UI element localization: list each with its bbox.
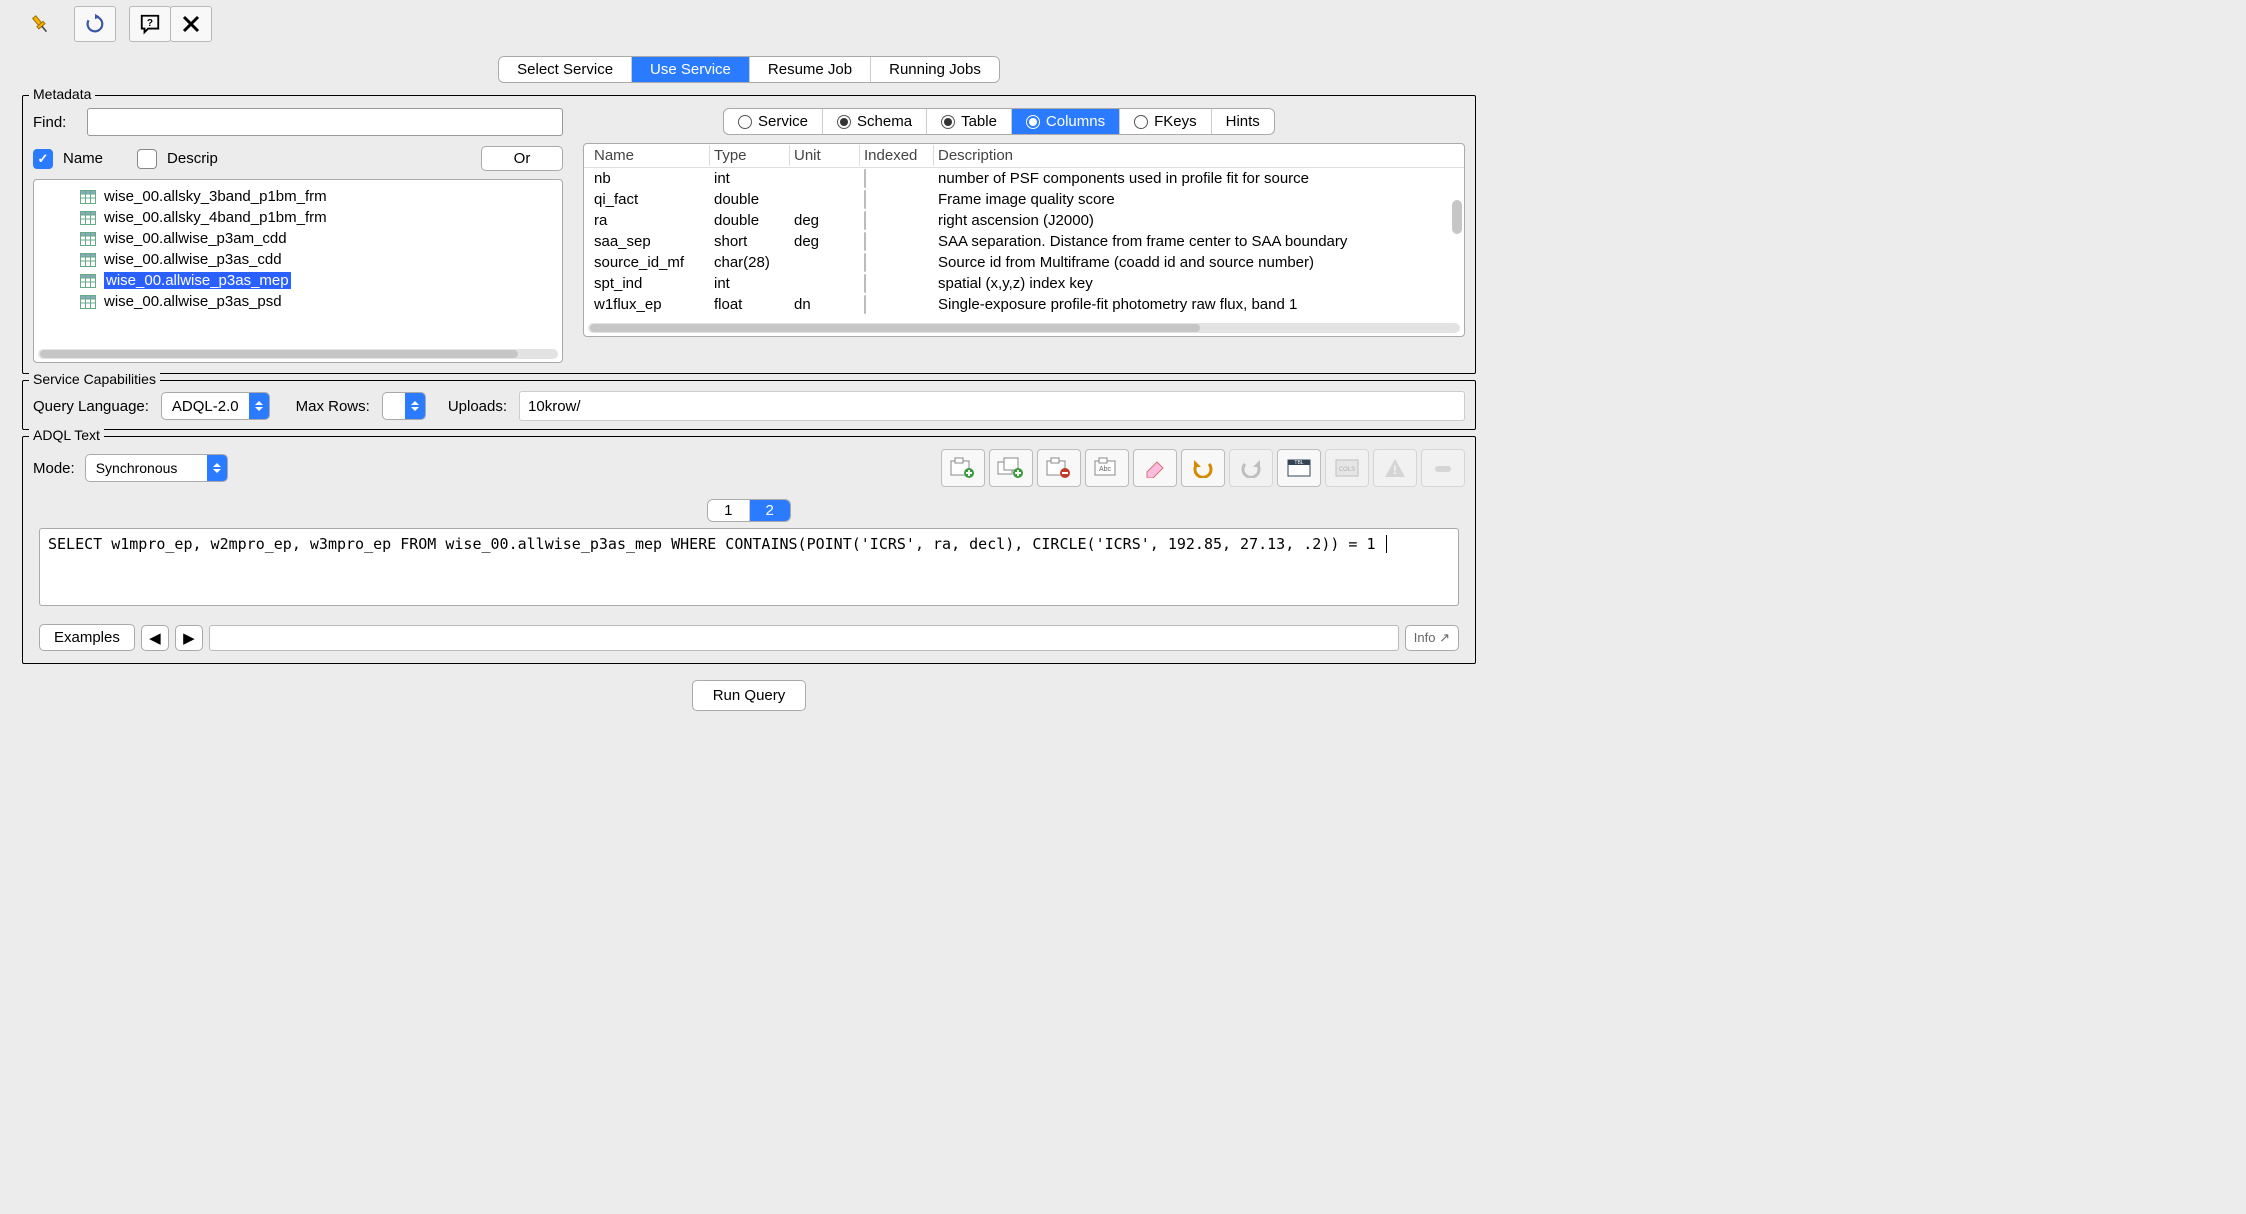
svg-text:!: ! [1393, 463, 1397, 477]
help-button[interactable]: ? [129, 6, 171, 42]
remove-tab-button[interactable] [1037, 449, 1081, 487]
tab-select-service[interactable]: Select Service [499, 57, 632, 82]
copy-tab-button[interactable] [989, 449, 1033, 487]
insert-table-button[interactable]: TBL [1277, 449, 1321, 487]
svg-text:TBL: TBL [1294, 460, 1303, 466]
hscrollbar[interactable] [38, 349, 558, 359]
adql-tab-2[interactable]: 2 [750, 500, 790, 521]
seg-fkeys[interactable]: FKeys [1120, 109, 1212, 134]
insert-cols-button[interactable]: COLS [1325, 449, 1369, 487]
adql-panel: ADQL Text Mode: Synchronous Abc TBL COLS… [22, 436, 1476, 664]
prev-example-button[interactable]: ◀ [141, 625, 169, 651]
svg-text:COLS: COLS [1339, 467, 1355, 473]
column-row[interactable]: w1flux_epfloatdnSingle-exposure profile-… [584, 294, 1464, 315]
adql-legend: ADQL Text [29, 427, 104, 443]
mode-select[interactable]: Synchronous [85, 454, 229, 482]
info-button[interactable]: Info ↗ [1405, 625, 1459, 651]
example-status [209, 625, 1399, 651]
tab-running-jobs[interactable]: Running Jobs [871, 57, 999, 82]
metadata-legend: Metadata [29, 86, 95, 102]
seg-hints[interactable]: Hints [1212, 109, 1274, 134]
undo-button[interactable] [1181, 449, 1225, 487]
caps-legend: Service Capabilities [29, 371, 160, 387]
query-language-label: Query Language: [33, 398, 149, 415]
mode-label: Mode: [33, 460, 75, 477]
seg-service[interactable]: Service [724, 109, 823, 134]
table-item[interactable]: wise_00.allwise_p3am_cdd [34, 228, 562, 249]
indexed-checkbox[interactable] [864, 253, 866, 272]
reload-button[interactable] [74, 6, 116, 42]
svg-text:?: ? [147, 18, 153, 29]
svg-text:Abc: Abc [1099, 466, 1112, 473]
seg-table[interactable]: Table [927, 109, 1012, 134]
table-item[interactable]: wise_00.allwise_p3as_mep [34, 270, 562, 291]
warning-button[interactable]: ! [1373, 449, 1417, 487]
metadata-panel: Metadata Find: Name Descrip Or wise_00.a… [22, 95, 1476, 374]
indexed-checkbox[interactable] [864, 232, 866, 251]
examples-button[interactable]: Examples [39, 624, 135, 651]
max-rows-select[interactable] [382, 392, 426, 420]
column-row[interactable]: nbintnumber of PSF components used in pr… [584, 168, 1464, 189]
vscrollbar[interactable] [1452, 170, 1462, 320]
table-item[interactable]: wise_00.allsky_4band_p1bm_frm [34, 207, 562, 228]
query-language-select[interactable]: ADQL-2.0 [161, 392, 270, 420]
adql-tab-1[interactable]: 1 [708, 500, 749, 521]
column-row[interactable]: radoubledegright ascension (J2000) [584, 210, 1464, 231]
rename-tab-button[interactable]: Abc [1085, 449, 1129, 487]
run-query-button[interactable]: Run Query [692, 680, 807, 711]
fix-button[interactable] [1421, 449, 1465, 487]
descrip-label: Descrip [167, 150, 218, 167]
indexed-checkbox[interactable] [864, 274, 866, 293]
tab-use-service[interactable]: Use Service [632, 57, 750, 82]
column-row[interactable]: spt_indintspatial (x,y,z) index key [584, 273, 1464, 294]
seg-schema[interactable]: Schema [823, 109, 927, 134]
or-button[interactable]: Or [481, 146, 563, 171]
indexed-checkbox[interactable] [864, 169, 866, 188]
find-label: Find: [33, 114, 77, 131]
name-checkbox[interactable] [33, 149, 53, 169]
pin-icon[interactable] [20, 7, 60, 41]
close-button[interactable] [170, 6, 212, 42]
columns-table[interactable]: Name Type Unit Indexed Description nbint… [583, 143, 1465, 337]
adql-query-input[interactable]: SELECT w1mpro_ep, w2mpro_ep, w3mpro_ep F… [39, 528, 1459, 606]
indexed-checkbox[interactable] [864, 211, 866, 230]
clear-button[interactable] [1133, 449, 1177, 487]
column-row[interactable]: qi_factdoubleFrame image quality score [584, 189, 1464, 210]
column-row[interactable]: source_id_mfchar(28)Source id from Multi… [584, 252, 1464, 273]
max-rows-label: Max Rows: [296, 398, 370, 415]
next-example-button[interactable]: ▶ [175, 625, 203, 651]
column-row[interactable]: saa_sepshortdegSAA separation. Distance … [584, 231, 1464, 252]
indexed-checkbox[interactable] [864, 295, 866, 314]
table-item[interactable]: wise_00.allsky_3band_p1bm_frm [34, 186, 562, 207]
table-item[interactable]: wise_00.allwise_p3as_cdd [34, 249, 562, 270]
seg-columns[interactable]: Columns [1012, 109, 1120, 134]
table-list[interactable]: wise_00.allsky_3band_p1bm_frmwise_00.all… [33, 179, 563, 363]
columns-header: Name Type Unit Indexed Description [584, 144, 1464, 168]
find-input[interactable] [87, 108, 563, 136]
name-label: Name [63, 150, 103, 167]
uploads-label: Uploads: [448, 398, 507, 415]
uploads-field: 10krow/ [519, 391, 1465, 421]
tab-resume-job[interactable]: Resume Job [750, 57, 871, 82]
capabilities-panel: Service Capabilities Query Language: ADQ… [22, 380, 1476, 430]
indexed-checkbox[interactable] [864, 190, 866, 209]
hscrollbar-cols[interactable] [588, 323, 1460, 333]
descrip-checkbox[interactable] [137, 149, 157, 169]
redo-button[interactable] [1229, 449, 1273, 487]
add-tab-button[interactable] [941, 449, 985, 487]
table-item[interactable]: wise_00.allwise_p3as_psd [34, 291, 562, 312]
